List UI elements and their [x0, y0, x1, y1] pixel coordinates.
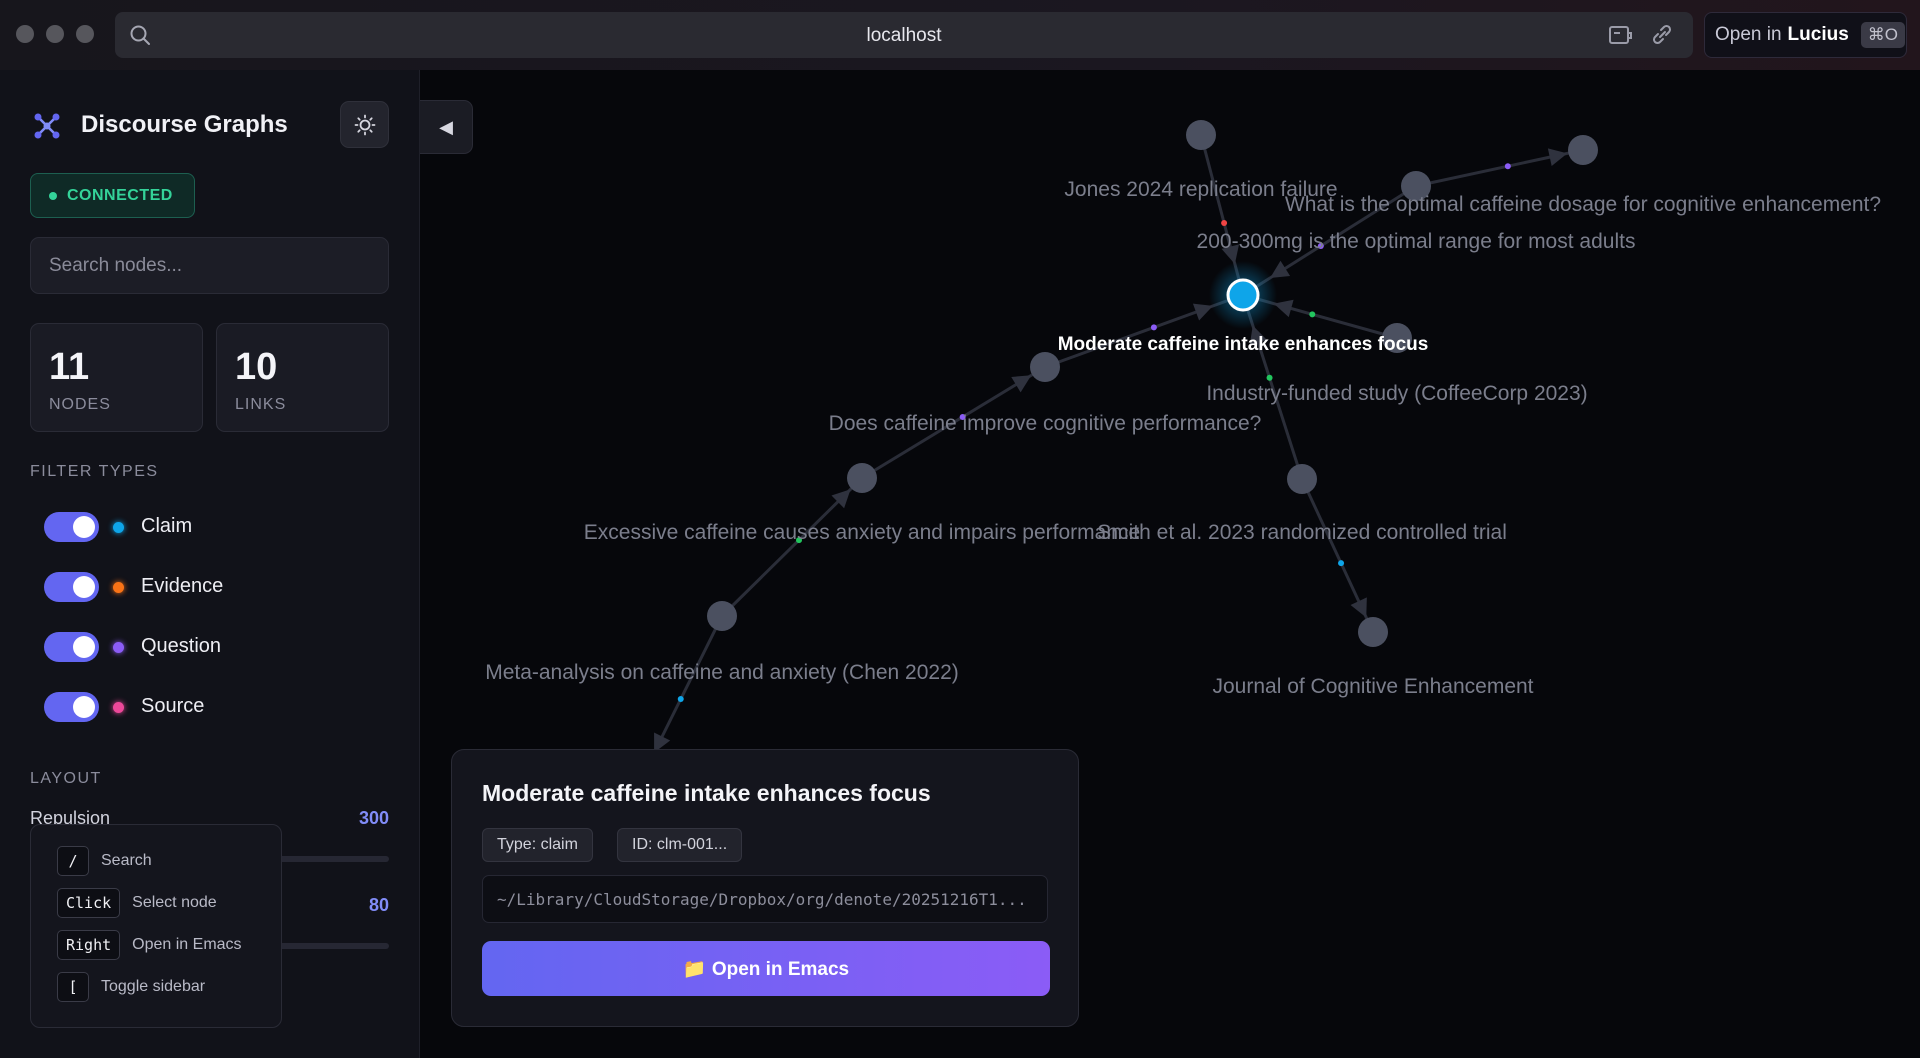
question-color-dot: [113, 642, 124, 653]
evidence-toggle[interactable]: [44, 572, 99, 602]
link-type-dot: [1504, 163, 1511, 170]
shortcut-desc: Select node: [132, 894, 217, 911]
link-distance-value: 80: [368, 895, 389, 915]
minimize-window-button[interactable]: [46, 25, 64, 43]
connection-status-text: CONNECTED: [67, 186, 173, 204]
graph-node[interactable]: [1186, 120, 1216, 150]
connection-status-badge: CONNECTED: [30, 173, 195, 218]
claim-toggle[interactable]: [44, 512, 99, 542]
graph-node[interactable]: [1568, 135, 1598, 165]
id-tag: ID: clm-001...: [617, 828, 743, 862]
file-path-field[interactable]: ~/Library/CloudStorage/Dropbox/org/denot…: [482, 875, 1048, 923]
detail-title: Moderate caffeine intake enhances focus: [482, 780, 931, 806]
filter-evidence: Evidence: [44, 572, 344, 602]
claim-label: Claim: [141, 515, 193, 537]
graph-node-label: Does caffeine improve cognitive performa…: [829, 412, 1262, 435]
graph-node[interactable]: [1287, 464, 1317, 494]
links-stat-card: 10 LINKS: [216, 323, 389, 432]
shortcut-key: /: [57, 846, 89, 876]
question-toggle[interactable]: [44, 632, 99, 662]
link-arrow: [1273, 299, 1294, 318]
nodes-count: 11: [49, 346, 90, 388]
graph-node[interactable]: [1030, 352, 1060, 382]
links-label: LINKS: [235, 396, 287, 413]
repulsion-value: 300: [358, 808, 389, 828]
source-color-dot: [113, 702, 124, 713]
link-arrow: [1011, 375, 1032, 393]
graph-node-label: Journal of Cognitive Enhancement: [1212, 675, 1533, 698]
graph-node-label: Excessive caffeine causes anxiety and im…: [584, 521, 1140, 544]
question-label: Question: [141, 635, 222, 657]
claim-color-dot: [113, 522, 124, 533]
shortcut-toggle-sidebar: [ Toggle sidebar: [57, 971, 205, 1003]
sun-icon: [354, 114, 375, 135]
browser-titlebar: localhost Open in Lucius ⌘O: [0, 0, 1920, 70]
open-in-prefix: Open in: [1715, 24, 1782, 45]
address-bar[interactable]: localhost: [115, 12, 1693, 58]
link-arrow: [1547, 148, 1568, 166]
status-dot-icon: [49, 191, 57, 200]
graph-node-label: Moderate caffeine intake enhances focus: [1058, 334, 1429, 355]
graph-node-label: 200-300mg is the optimal range for most …: [1197, 230, 1636, 253]
evidence-color-dot: [113, 582, 124, 593]
link-type-dot: [1338, 560, 1345, 567]
graph-node[interactable]: [847, 463, 877, 493]
layout-heading: LAYOUT: [30, 770, 102, 787]
source-label: Source: [141, 695, 205, 717]
shortcut-open-emacs: Right Open in Emacs: [57, 929, 242, 961]
link-type-dot: [1221, 220, 1228, 226]
links-count: 10: [235, 346, 278, 388]
source-toggle[interactable]: [44, 692, 99, 722]
filter-types-heading: FILTER TYPES: [30, 463, 159, 480]
link-type-dot: [1309, 311, 1316, 318]
keyboard-shortcuts-panel: / Search Click Select node Right Open in…: [30, 824, 282, 1028]
open-in-lucius-button[interactable]: Open in Lucius ⌘O: [1704, 12, 1907, 58]
shortcut-select: Click Select node: [57, 887, 217, 919]
open-in-emacs-button[interactable]: 📁 Open in Emacs: [482, 941, 1050, 996]
shortcut-key: Click: [57, 888, 121, 918]
graph-node[interactable]: [1358, 617, 1388, 647]
shortcut-desc: Search: [101, 852, 152, 869]
nodes-label: NODES: [49, 396, 111, 413]
graph-node-selected[interactable]: [1226, 278, 1260, 312]
theme-toggle-button[interactable]: [340, 101, 389, 148]
shortcut-search: / Search: [57, 845, 152, 877]
repulsion-slider[interactable]: [278, 856, 389, 862]
node-detail-panel: Moderate caffeine intake enhances focus …: [451, 749, 1079, 1027]
app-title: Discourse Graphs: [81, 111, 288, 138]
filter-claim: Claim: [44, 512, 344, 542]
graph-network-icon: [34, 113, 60, 139]
graph-node-label: Meta-analysis on caffeine and anxiety (C…: [485, 661, 959, 684]
close-window-button[interactable]: [16, 25, 34, 43]
graph-node-label: What is the optimal caffeine dosage for …: [1285, 193, 1881, 216]
nodes-stat-card: 11 NODES: [30, 323, 203, 432]
graph-node[interactable]: [707, 601, 737, 631]
graph-node-label: Smith et al. 2023 randomized controlled …: [1097, 521, 1507, 544]
filter-question: Question: [44, 632, 344, 662]
zoom-window-button[interactable]: [76, 25, 94, 43]
link-type-dot: [1266, 374, 1273, 381]
graph-node-label: Industry-funded study (CoffeeCorp 2023): [1206, 382, 1587, 405]
url-text: localhost: [866, 25, 942, 46]
open-in-app-name: Lucius: [1787, 24, 1849, 45]
link-type-dot: [1150, 324, 1157, 331]
link-icon[interactable]: [1649, 23, 1675, 47]
type-tag: Type: claim: [482, 828, 593, 862]
link-arrow: [1270, 260, 1291, 278]
filter-source: Source: [44, 692, 344, 722]
open-in-shortcut: ⌘O: [1860, 22, 1906, 48]
link-type-dot: [677, 696, 684, 703]
shortcut-key: [: [57, 972, 89, 1002]
search-nodes-input[interactable]: [30, 237, 389, 294]
extension-icon[interactable]: [1608, 23, 1634, 47]
link-distance-slider[interactable]: [278, 943, 389, 949]
evidence-label: Evidence: [141, 575, 224, 597]
shortcut-desc: Open in Emacs: [132, 936, 242, 953]
shortcut-key: Right: [57, 930, 121, 960]
shortcut-desc: Toggle sidebar: [101, 978, 206, 995]
